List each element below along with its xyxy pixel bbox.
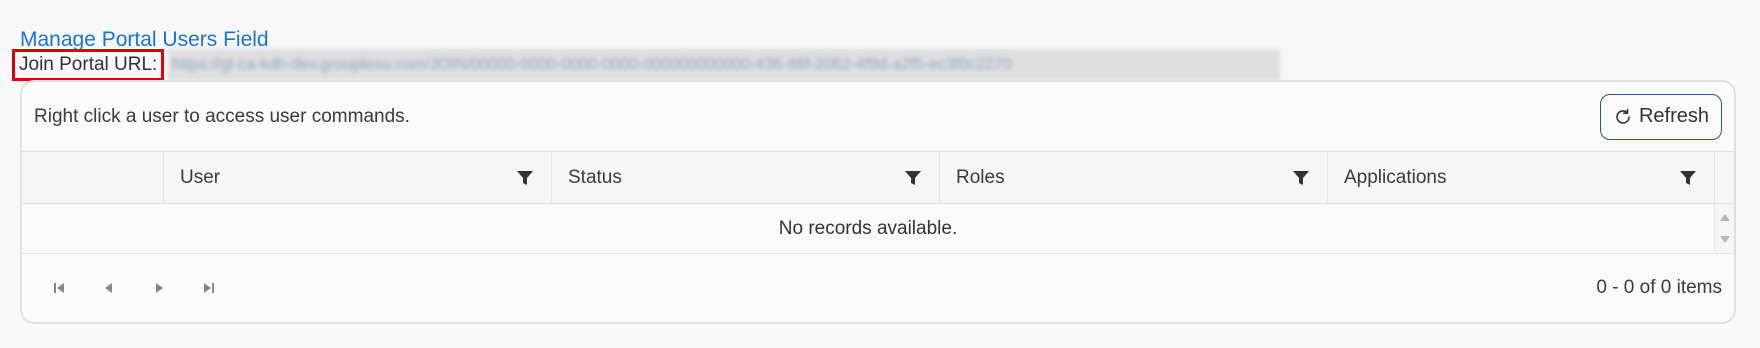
- header-roles-label: Roles: [956, 166, 1005, 188]
- header-applications-label: Applications: [1344, 166, 1447, 188]
- header-user-label: User: [180, 166, 221, 188]
- filter-icon[interactable]: [515, 168, 535, 188]
- header-status-label: Status: [568, 166, 622, 188]
- next-page-button[interactable]: [148, 277, 170, 299]
- empty-message: No records available.: [778, 217, 958, 239]
- scroll-up-arrow-icon[interactable]: [1720, 214, 1730, 221]
- pager-info: 0 - 0 of 0 items: [1596, 277, 1722, 298]
- header-scrollbar-gap: [1714, 152, 1734, 203]
- header-roles[interactable]: Roles: [939, 152, 1327, 203]
- last-page-icon: [204, 283, 214, 293]
- first-page-icon: [54, 283, 64, 293]
- filter-icon[interactable]: [1678, 168, 1698, 188]
- refresh-icon: [1616, 108, 1630, 124]
- previous-page-icon: [105, 283, 112, 293]
- grid-toolbar: Right click a user to access user comman…: [22, 82, 1734, 152]
- portal-users-grid: Right click a user to access user comman…: [20, 80, 1736, 324]
- toolbar-message: Right click a user to access user comman…: [34, 105, 410, 127]
- previous-page-button[interactable]: [98, 277, 120, 299]
- refresh-label: Refresh: [1638, 105, 1709, 127]
- next-page-icon: [156, 283, 163, 293]
- filter-icon[interactable]: [1291, 168, 1311, 188]
- grid-header: User Status Roles Applications: [22, 152, 1734, 204]
- header-applications[interactable]: Applications: [1327, 152, 1714, 203]
- header-user[interactable]: User: [163, 152, 551, 203]
- header-status[interactable]: Status: [551, 152, 939, 203]
- join-portal-url-value[interactable]: https://gl-ca-kdh-dev.grouplesu.com/JOIN…: [168, 49, 1281, 81]
- join-portal-url-label: Join Portal URL:: [12, 49, 165, 81]
- filter-icon[interactable]: [903, 168, 923, 188]
- last-page-button[interactable]: [198, 277, 220, 299]
- refresh-button[interactable]: Refresh: [1599, 93, 1722, 140]
- join-portal-url-row: Join Portal URL: https://gl-ca-kdh-dev.g…: [12, 49, 1281, 81]
- header-selector-column: [22, 152, 163, 203]
- first-page-button[interactable]: [48, 277, 70, 299]
- grid-pager: 0 - 0 of 0 items: [22, 254, 1734, 322]
- vertical-scrollbar[interactable]: [1714, 204, 1734, 253]
- pager-nav: [48, 277, 220, 299]
- scroll-down-arrow-icon[interactable]: [1720, 236, 1730, 243]
- grid-body: No records available.: [22, 204, 1734, 254]
